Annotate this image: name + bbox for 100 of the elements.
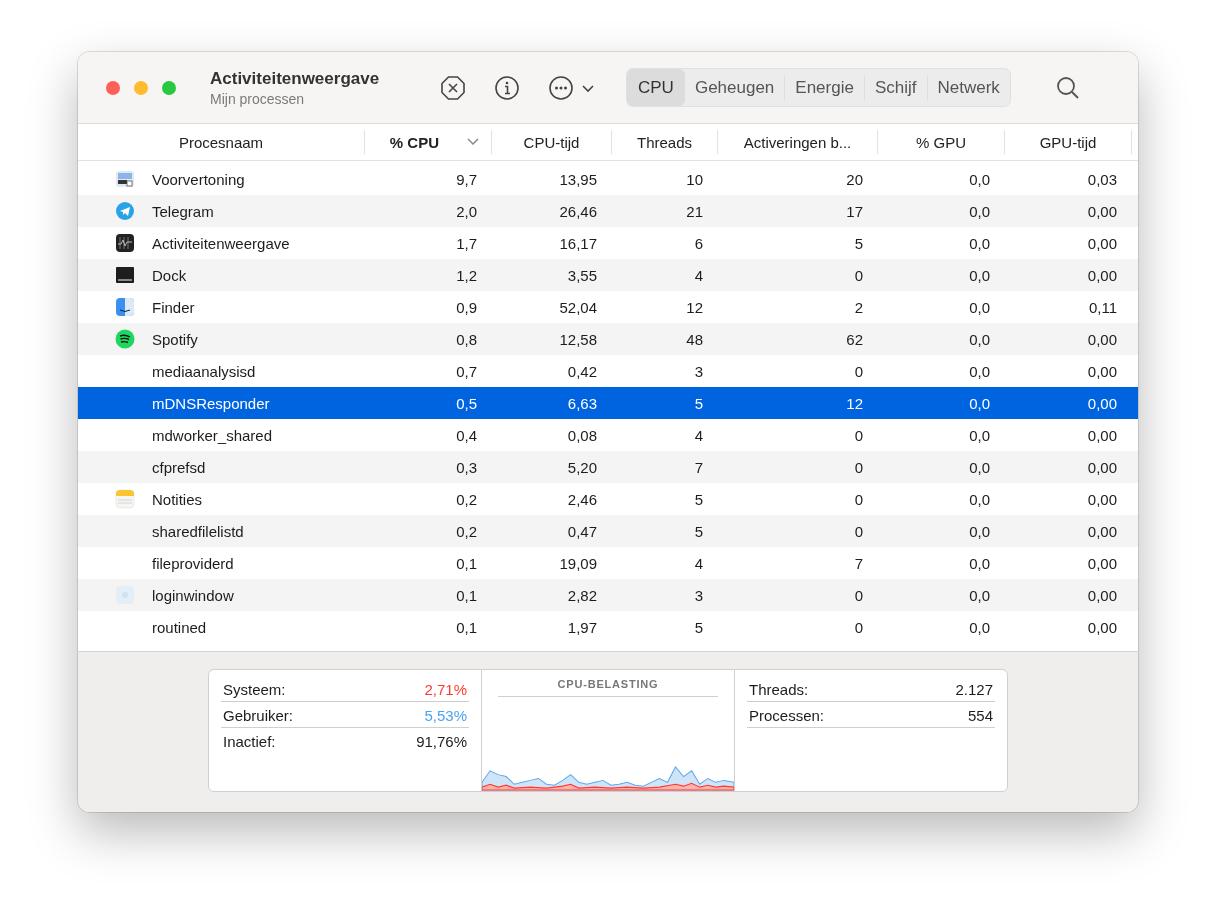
table-row[interactable]: mdworker_shared 0,4 0,08 4 0 0,0 0,00 <box>78 419 1138 451</box>
process-name: mediaanalysisd <box>152 362 256 380</box>
table-row[interactable]: loginwindow 0,1 2,82 3 0 0,0 0,00 <box>78 579 1138 611</box>
table-cell: 0,08 <box>567 426 597 444</box>
process-name: sharedfilelistd <box>152 522 244 540</box>
column-header[interactable]: % GPU <box>878 130 1005 154</box>
column-header[interactable]: % CPU <box>365 130 492 154</box>
column-header[interactable]: CPU-tijd <box>492 130 612 154</box>
window-icon <box>115 585 135 605</box>
tab[interactable]: CPU <box>627 69 685 106</box>
table-cell: 0,4 <box>456 426 477 444</box>
table-cell: 0,5 <box>456 394 477 412</box>
stat-value: 554 <box>967 707 993 724</box>
table-cell: 0,00 <box>1087 522 1117 540</box>
process-name: Activiteitenweergave <box>152 234 290 252</box>
table-cell: 0,0 <box>969 426 990 444</box>
table-cell: 0 <box>854 618 863 636</box>
stat-label: Inactief: <box>223 733 276 750</box>
process-name: Telegram <box>152 202 214 220</box>
table-cell: 2,82 <box>567 586 597 604</box>
table-cell: 26,46 <box>559 202 597 220</box>
stop-process-icon[interactable] <box>440 74 466 101</box>
close-button[interactable] <box>106 80 120 95</box>
table-cell: 0,0 <box>969 586 990 604</box>
table-row[interactable]: routined 0,1 1,97 5 0 0,0 0,00 <box>78 611 1138 643</box>
table-row[interactable]: mediaanalysisd 0,7 0,42 3 0 0,0 0,00 <box>78 355 1138 387</box>
table-cell: 0,00 <box>1087 426 1117 444</box>
stat-value: 2.127 <box>955 681 993 698</box>
table-cell: 48 <box>686 330 703 348</box>
table-cell: 0,0 <box>969 458 990 476</box>
table-cell: 13,95 <box>559 170 597 188</box>
tab[interactable]: Energie <box>784 75 864 100</box>
table-cell: 0,9 <box>456 298 477 316</box>
table-cell: 10 <box>686 170 703 188</box>
table-cell: 1,97 <box>567 618 597 636</box>
table-cell: 5,20 <box>567 458 597 476</box>
graph-title: CPU-BELASTING <box>498 670 718 697</box>
process-name: Voorvertoning <box>152 170 245 188</box>
monitor-graph-icon <box>115 233 135 253</box>
table-row[interactable]: cfprefsd 0,3 5,20 7 0 0,0 0,00 <box>78 451 1138 483</box>
table-cell: 2,46 <box>567 490 597 508</box>
table-cell: 0,2 <box>456 522 477 540</box>
table-cell: 0,00 <box>1087 234 1117 252</box>
table-row[interactable]: mDNSResponder 0,5 6,63 5 12 0,0 0,00 <box>78 387 1138 419</box>
table-cell: 6 <box>694 234 703 252</box>
table-row[interactable]: sharedfilelistd 0,2 0,47 5 0 0,0 0,00 <box>78 515 1138 547</box>
paper-plane-icon <box>115 201 135 221</box>
stat-value: 91,76% <box>416 733 467 750</box>
table-cell: 4 <box>694 554 703 572</box>
table-row[interactable]: Activiteitenweergave 1,7 16,17 6 5 0,0 0,00 <box>78 227 1138 259</box>
table-cell: 1,2 <box>456 266 477 284</box>
table-row[interactable]: Notities 0,2 2,46 5 0 0,0 0,00 <box>78 483 1138 515</box>
window-subtitle: Mijn processen <box>210 90 306 107</box>
table-cell: 0,0 <box>969 522 990 540</box>
tab[interactable]: Netwerk <box>926 75 1010 100</box>
tab[interactable]: Schijf <box>863 75 927 100</box>
table-cell: 0,1 <box>456 554 477 572</box>
table-cell: 21 <box>686 202 703 220</box>
info-icon[interactable] <box>494 74 520 101</box>
table-cell: 0,00 <box>1087 266 1117 284</box>
table-cell: 0 <box>854 362 863 380</box>
table-cell: 0,1 <box>456 586 477 604</box>
table-cell: 5 <box>694 618 703 636</box>
stat-label: Systeem: <box>223 681 286 698</box>
stat-value: 5,53% <box>424 707 467 724</box>
column-header[interactable]: GPU-tijd <box>1005 130 1132 154</box>
tab[interactable]: Geheugen <box>684 75 785 100</box>
process-name: fileproviderd <box>152 554 234 572</box>
table-cell: 0,0 <box>969 330 990 348</box>
table-row[interactable]: Finder 0,9 52,04 12 2 0,0 0,11 <box>78 291 1138 323</box>
column-header[interactable]: Threads <box>612 130 718 154</box>
table-cell: 7 <box>694 458 703 476</box>
table-row[interactable]: Dock 1,2 3,55 4 0 0,0 0,00 <box>78 259 1138 291</box>
column-header[interactable]: Activeringen b... <box>718 130 878 154</box>
window-title: Activiteitenweergave <box>210 68 381 89</box>
table-row[interactable]: Spotify 0,8 12,58 48 62 0,0 0,00 <box>78 323 1138 355</box>
table-cell: 0 <box>854 426 863 444</box>
table-cell: 5 <box>854 234 863 252</box>
table-cell: 0,0 <box>969 266 990 284</box>
search-icon[interactable] <box>1054 74 1081 101</box>
process-name: loginwindow <box>152 586 234 604</box>
column-header[interactable]: Procesnaam <box>78 130 365 154</box>
table-cell: 0 <box>854 266 863 284</box>
table-row[interactable]: fileproviderd 0,1 19,09 4 7 0,0 0,00 <box>78 547 1138 579</box>
table-cell: 5 <box>694 522 703 540</box>
table-cell: 4 <box>694 266 703 284</box>
table-cell: 0,00 <box>1087 330 1117 348</box>
table-cell: 0,0 <box>969 394 990 412</box>
table-cell: 0,7 <box>456 362 477 380</box>
table-cell: 0,00 <box>1087 586 1117 604</box>
table-cell: 16,17 <box>559 234 597 252</box>
process-name: Dock <box>152 266 187 284</box>
table-row[interactable]: Voorvertoning 9,7 13,95 10 20 0,0 0,03 <box>78 163 1138 195</box>
table-cell: 0,0 <box>969 362 990 380</box>
stat-label: Gebruiker: <box>223 707 294 724</box>
table-cell: 0,00 <box>1087 362 1117 380</box>
table-row[interactable]: Telegram 2,0 26,46 21 17 0,0 0,00 <box>78 195 1138 227</box>
sound-waves-icon <box>115 329 135 349</box>
process-name: mDNSResponder <box>152 394 270 412</box>
table-cell: 0,47 <box>567 522 597 540</box>
